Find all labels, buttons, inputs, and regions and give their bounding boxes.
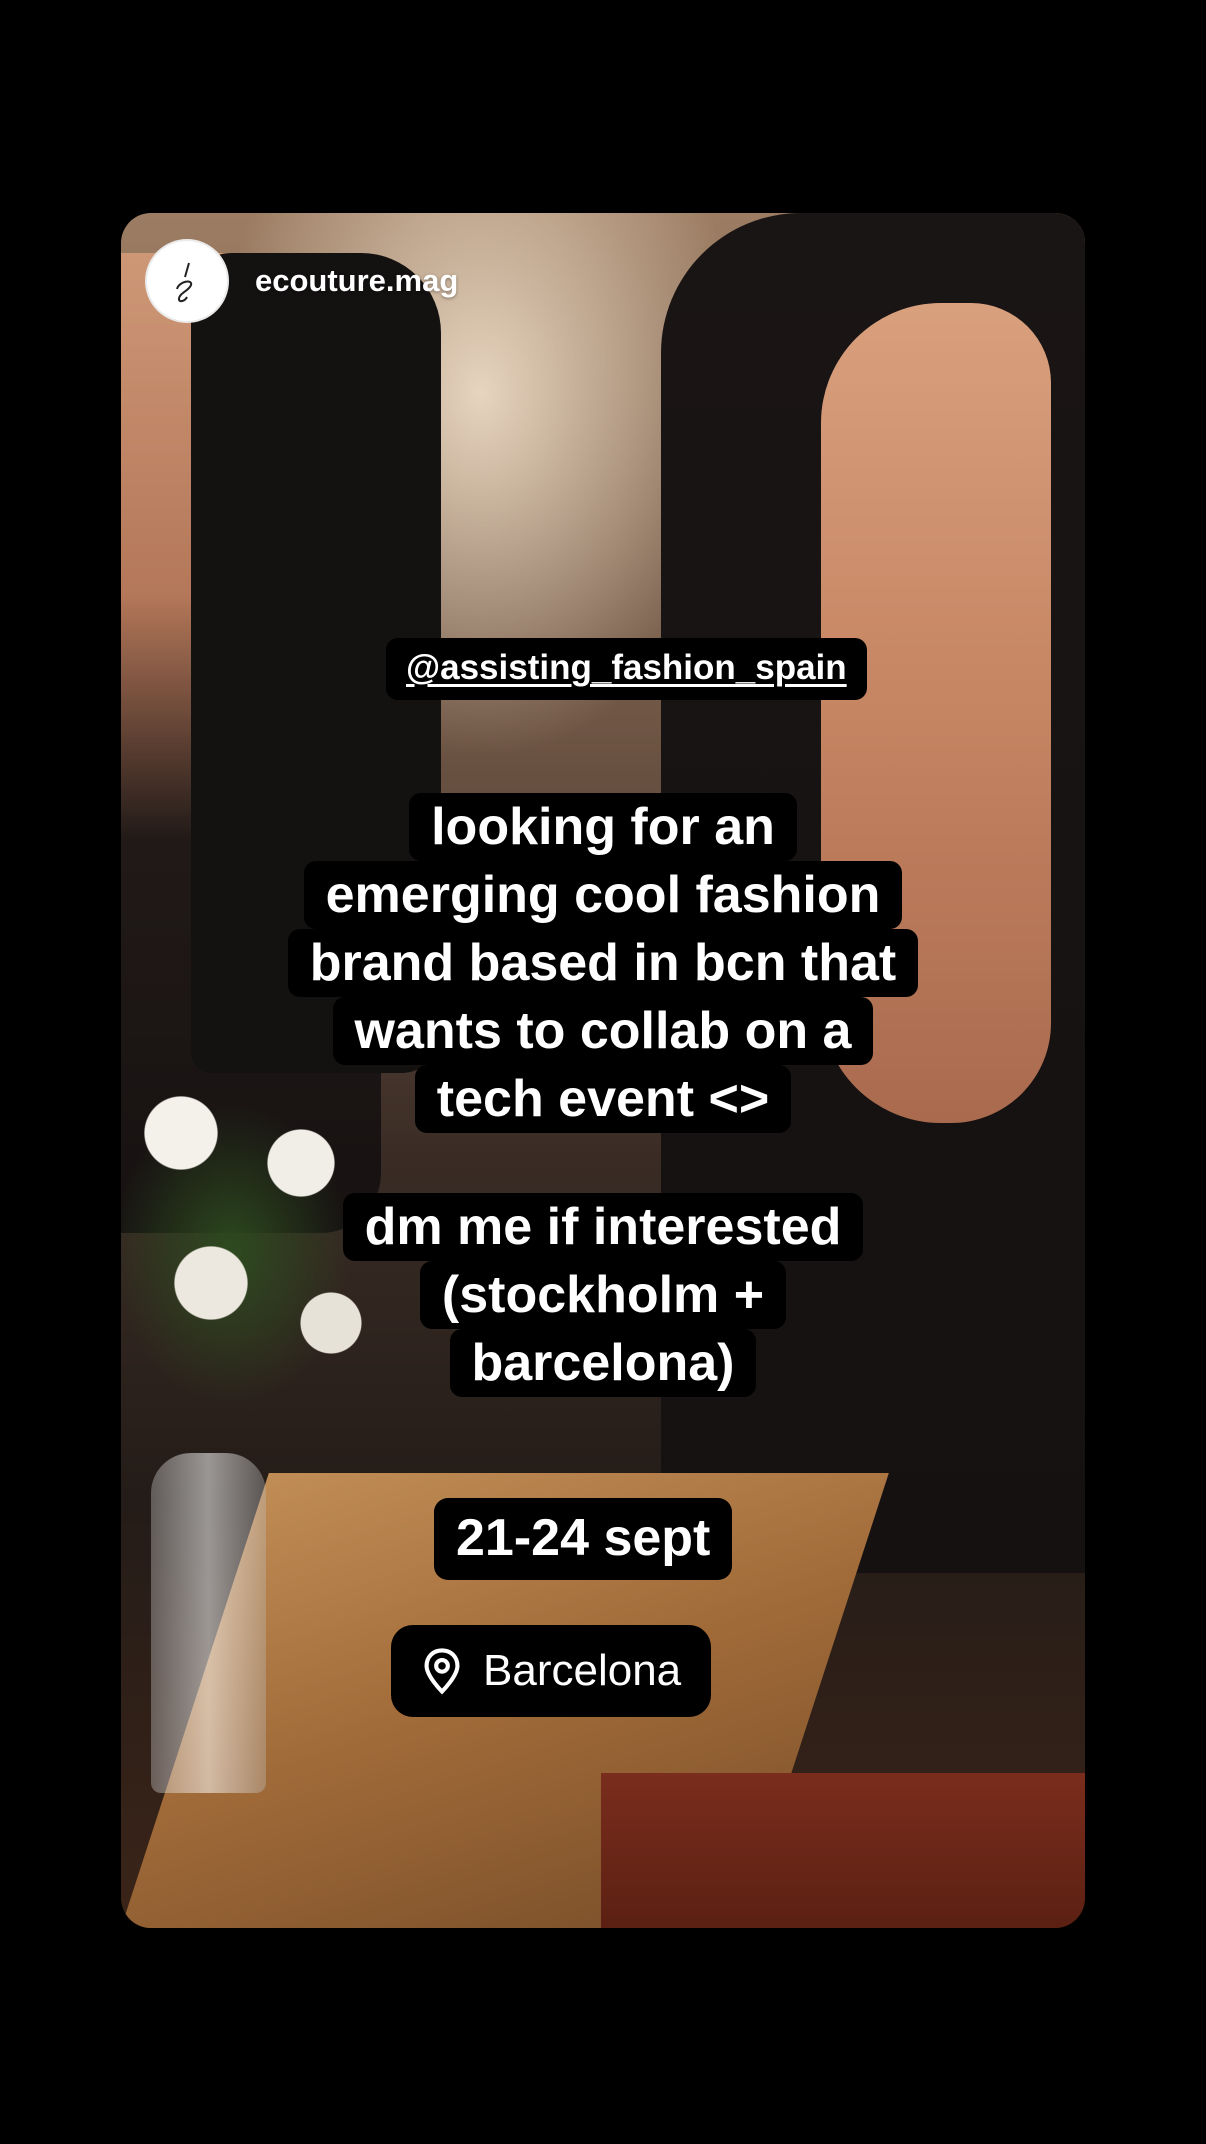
caption-line: barcelona) — [449, 1329, 757, 1397]
caption-line: brand based in bcn that — [287, 929, 919, 997]
location-label: Barcelona — [483, 1646, 682, 1695]
photo-sofa — [601, 1773, 1085, 1928]
caption-line: looking for an — [409, 793, 797, 861]
caption-line: dm me if interested — [342, 1193, 864, 1261]
mention-sticker[interactable]: @assisting_fashion_spain — [386, 638, 867, 700]
caption-line: tech event <> — [414, 1065, 792, 1133]
date-sticker: 21-24 sept — [434, 1498, 733, 1580]
username[interactable]: ecouture.mag — [255, 263, 458, 299]
caption-line: wants to collab on a — [332, 997, 874, 1065]
ecouture-logo-icon — [176, 262, 193, 303]
dm-caption: dm me if interested (stockholm + barcelo… — [121, 1193, 1085, 1397]
story-card[interactable]: ecouture.mag @assisting_fashion_spain lo… — [121, 213, 1085, 1928]
caption-line: (stockholm + — [419, 1261, 787, 1329]
avatar[interactable] — [145, 239, 229, 323]
location-pin-icon — [424, 1648, 460, 1695]
story-header: ecouture.mag — [145, 239, 458, 323]
location-sticker[interactable]: Barcelona — [391, 1625, 712, 1717]
photo-vase — [151, 1453, 266, 1793]
caption-line: emerging cool fashion — [303, 861, 903, 929]
main-caption: looking for an emerging cool fashion bra… — [121, 793, 1085, 1133]
